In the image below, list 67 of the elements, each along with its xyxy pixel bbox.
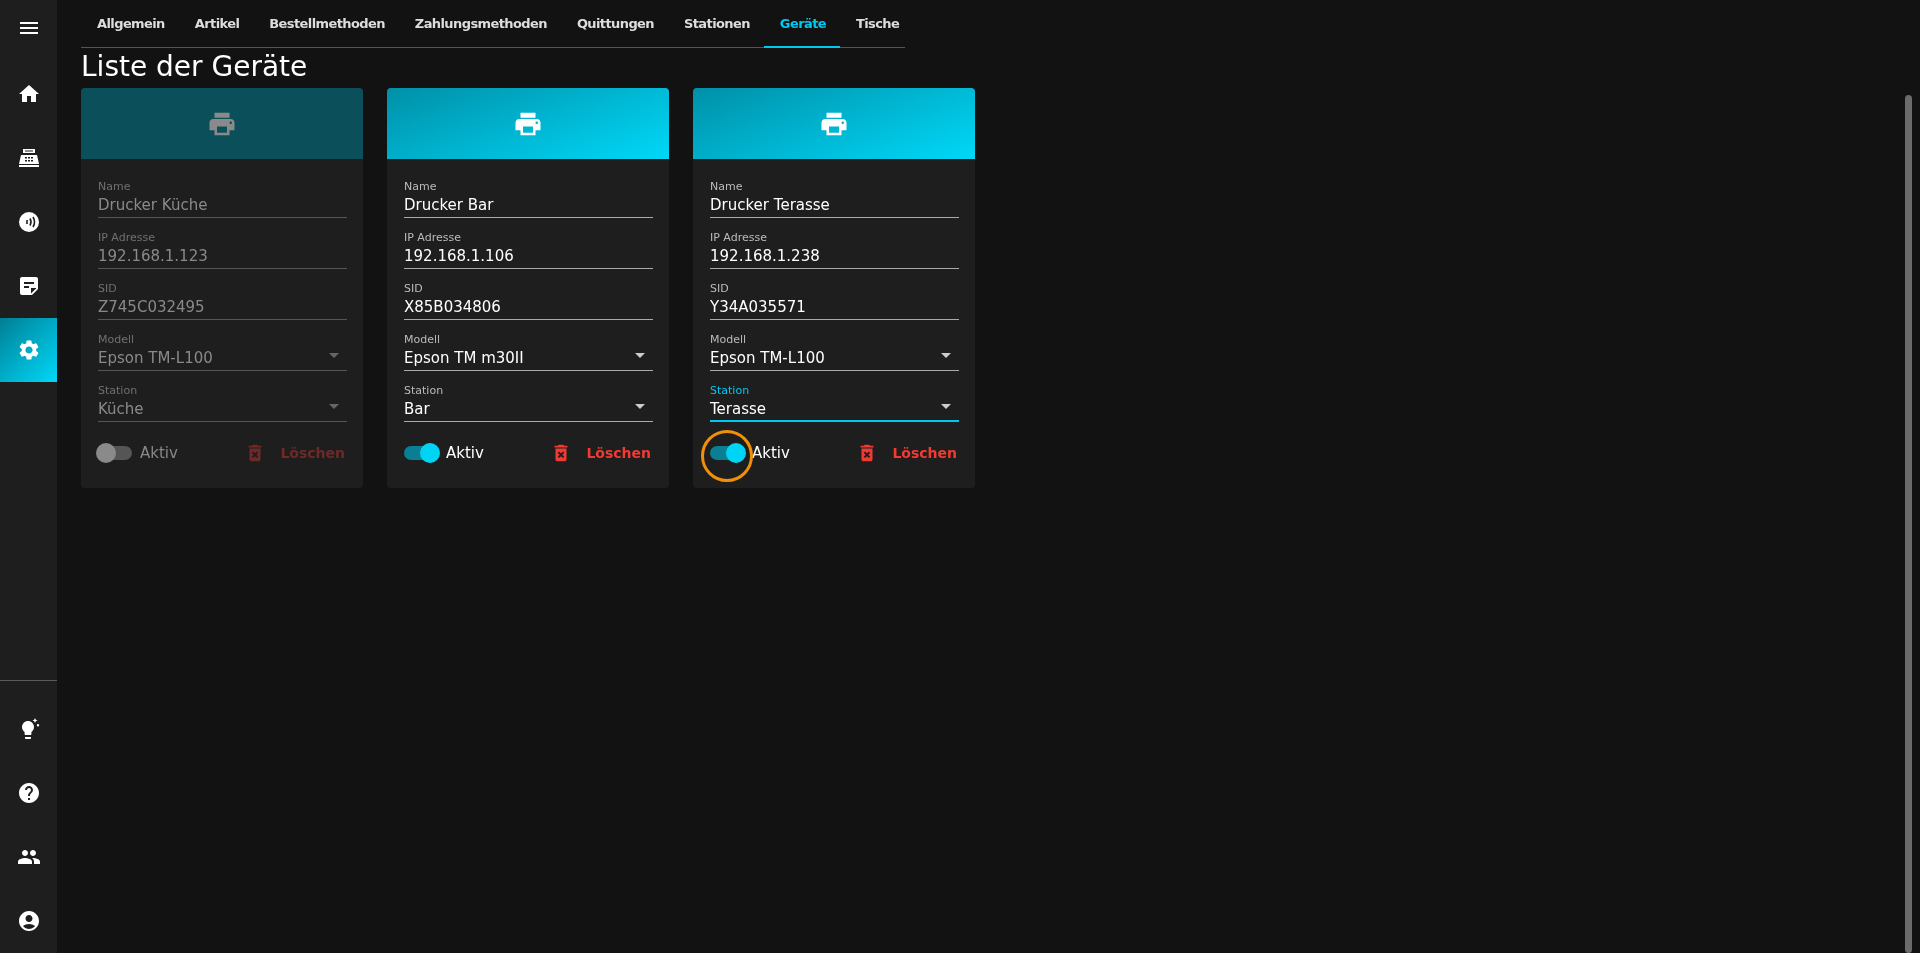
tab[interactable]: Stationen xyxy=(667,0,764,48)
account-icon xyxy=(16,909,41,933)
caret-icon xyxy=(329,353,339,358)
field-label: Station xyxy=(404,384,445,398)
toggle-label: Aktiv xyxy=(446,444,484,462)
field-value: Terasse xyxy=(710,399,767,420)
field-value: Drucker Küche xyxy=(98,195,208,216)
field-label: Station xyxy=(710,384,751,398)
field-label: Station xyxy=(98,384,139,398)
field-label: Name xyxy=(404,180,438,194)
toggle-label: Aktiv xyxy=(140,444,178,462)
field-label: Name xyxy=(98,180,132,194)
field-value: X85B034806 xyxy=(404,297,501,318)
field-label: IP Adresse xyxy=(404,231,462,245)
caret-icon xyxy=(941,404,951,409)
field-label: SID xyxy=(404,282,424,296)
field-value: Z745C032495 xyxy=(98,297,205,318)
tab[interactable]: Quittungen xyxy=(560,0,668,48)
text-field[interactable]: SID Y34A035571 xyxy=(710,282,959,320)
toggle-label: Aktiv xyxy=(752,444,790,462)
delete-button[interactable]: Löschen xyxy=(540,442,661,464)
tab[interactable]: Bestellmethoden xyxy=(253,0,399,48)
cash-register-icon xyxy=(16,146,41,170)
scrollbar[interactable] xyxy=(1905,95,1912,953)
contactless-icon xyxy=(16,210,41,234)
field-label: Modell xyxy=(710,333,748,347)
tab[interactable]: Geräte xyxy=(763,0,840,48)
field-value: 192.168.1.238 xyxy=(710,246,820,267)
field-value: 192.168.1.106 xyxy=(404,246,514,267)
field-value: Epson TM-L100 xyxy=(710,348,825,369)
caret-icon xyxy=(635,353,645,358)
select-field[interactable]: Station Terasse xyxy=(710,384,959,422)
text-field[interactable]: IP Adresse 192.168.1.238 xyxy=(710,231,959,269)
caret-icon xyxy=(635,404,645,409)
page-heading: Liste der Geräte xyxy=(81,49,309,85)
select-field[interactable]: Modell Epson TM m30II xyxy=(404,333,653,371)
text-field[interactable]: SID X85B034806 xyxy=(404,282,653,320)
field-value: Drucker Bar xyxy=(404,195,494,216)
tab[interactable]: Tische xyxy=(839,0,914,48)
field-value: Epson TM-L100 xyxy=(98,348,213,369)
tab[interactable]: Zahlungsmethoden xyxy=(398,0,561,48)
field-value: Y34A035571 xyxy=(710,297,806,318)
tab[interactable]: Allgemein xyxy=(81,0,179,48)
field-label: SID xyxy=(710,282,730,296)
field-label: IP Adresse xyxy=(98,231,156,245)
field-value: Epson TM m30II xyxy=(404,348,524,369)
field-value: Bar xyxy=(404,399,430,420)
select-field[interactable]: Station Bar xyxy=(404,384,653,422)
field-value: Drucker Terasse xyxy=(710,195,830,216)
field-label: IP Adresse xyxy=(710,231,768,245)
field-label: Name xyxy=(710,180,744,194)
help-icon xyxy=(16,781,41,805)
caret-icon xyxy=(329,404,339,409)
select-field[interactable]: Modell Epson TM-L100 xyxy=(710,333,959,371)
tab[interactable]: Artikel xyxy=(178,0,254,48)
field-label: Modell xyxy=(404,333,442,347)
field-label: SID xyxy=(98,282,118,296)
text-field[interactable]: Name Drucker Bar xyxy=(404,180,653,218)
field-value: Küche xyxy=(98,399,144,420)
field-label: Modell xyxy=(98,333,136,347)
caret-icon xyxy=(941,353,951,358)
text-field[interactable]: IP Adresse 192.168.1.106 xyxy=(404,231,653,269)
text-field[interactable]: Name Drucker Terasse xyxy=(710,180,959,218)
field-value: 192.168.1.123 xyxy=(98,246,208,267)
delete-button[interactable]: Löschen xyxy=(846,442,967,464)
toggle-switch[interactable] xyxy=(710,446,744,460)
toggle-switch[interactable] xyxy=(404,446,438,460)
